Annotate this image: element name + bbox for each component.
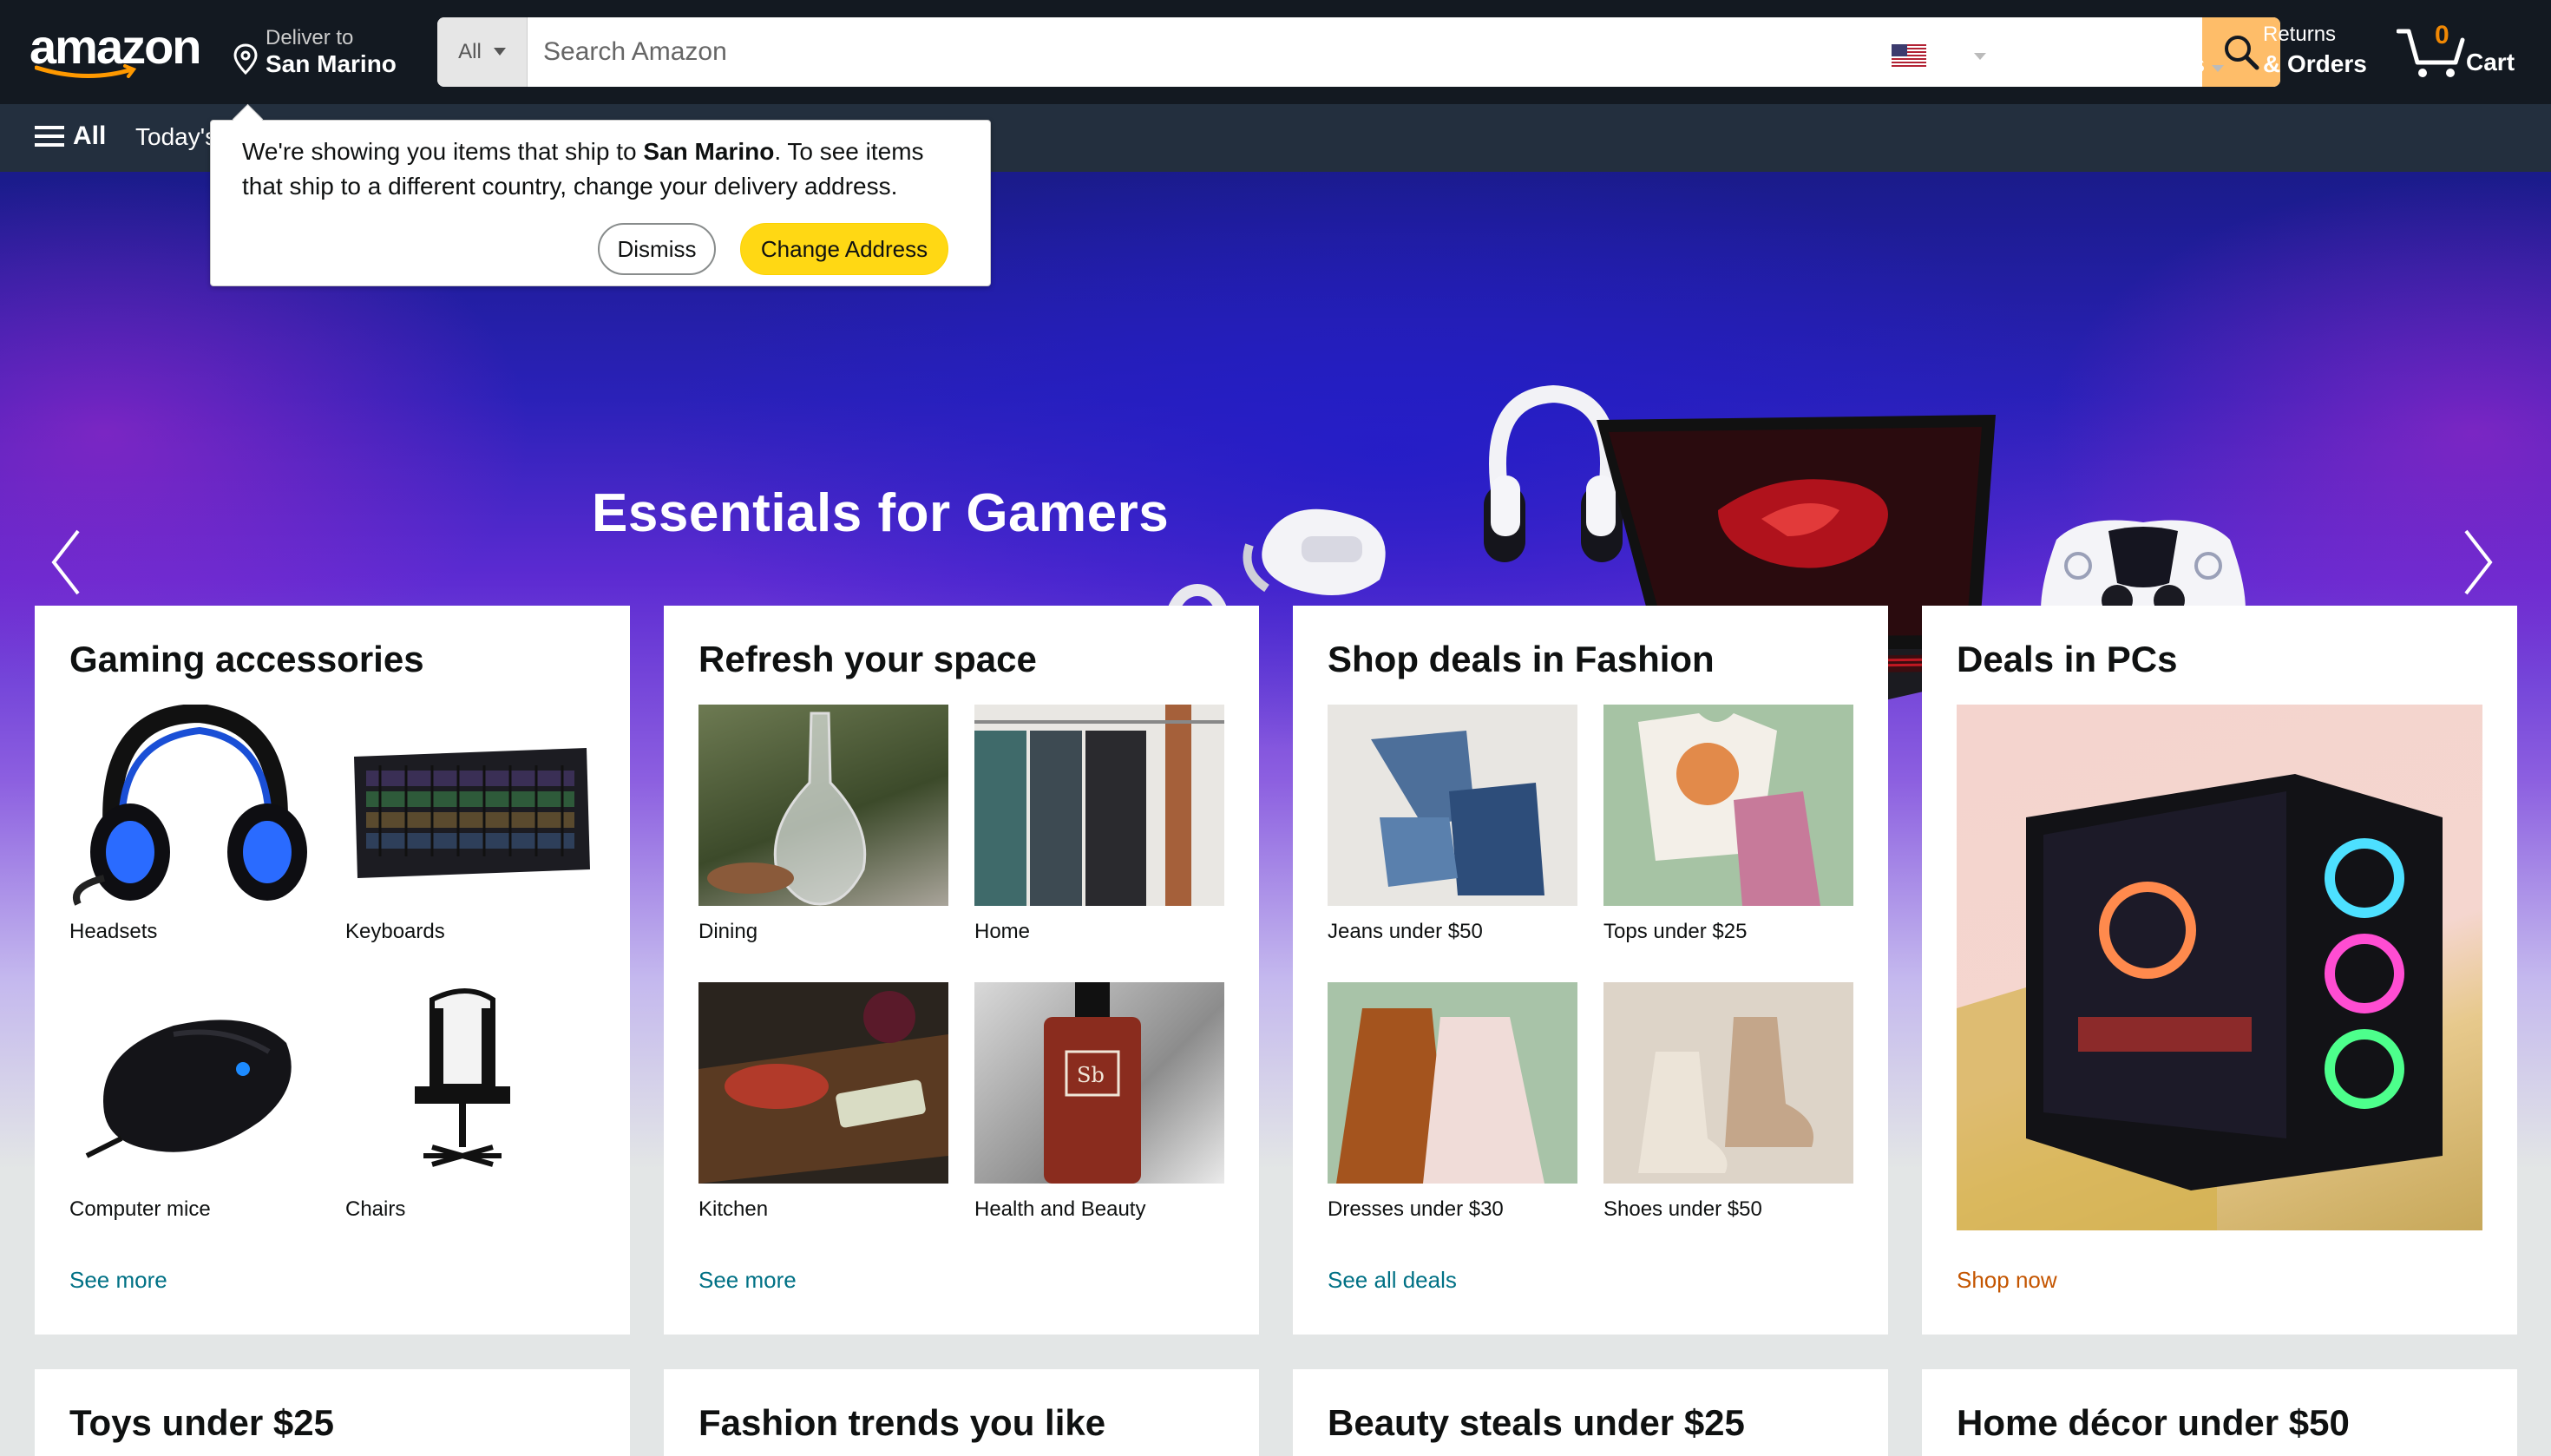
kitchen-image <box>698 982 948 1184</box>
returns-label: Returns <box>2263 23 2337 46</box>
tile-caption: Keyboards <box>345 920 445 943</box>
cart-count: 0 <box>2435 21 2449 49</box>
keyboard-product-image <box>345 705 595 906</box>
caret-down-icon <box>493 48 506 56</box>
card-gaming-accessories: Gaming accessories Headsets Keyboards Co… <box>35 606 630 1335</box>
dismiss-button[interactable]: Dismiss <box>598 223 716 275</box>
card-title: Fashion trends you like <box>698 1402 1106 1443</box>
language-label: EN <box>1933 42 1967 69</box>
tile-caption: Tops under $25 <box>1603 920 1748 943</box>
tile-caption: Kitchen <box>698 1197 769 1221</box>
search-icon <box>2225 36 2259 70</box>
logo-smile-icon <box>35 64 137 79</box>
card-title: Gaming accessories <box>69 639 424 679</box>
search-bar: All <box>437 17 2280 87</box>
dining-image <box>698 705 948 906</box>
returns-orders[interactable]: Returns & Orders <box>2263 23 2367 78</box>
headset-product-image <box>69 705 319 906</box>
change-address-button[interactable]: Change Address <box>740 223 948 275</box>
shoes-image <box>1603 982 1853 1184</box>
tops-image <box>1603 705 1853 906</box>
all-menu-label: All <box>73 121 107 150</box>
tile-caption: Computer mice <box>69 1197 211 1221</box>
tile-caption: Health and Beauty <box>974 1197 1146 1221</box>
tile-health-and-beauty[interactable]: Sb Health and Beauty <box>974 982 1224 1221</box>
tile-caption: Headsets <box>69 920 158 943</box>
cart-button[interactable]: 0 Cart <box>2397 17 2535 87</box>
home-image <box>974 705 1224 906</box>
tile-caption: Jeans under $50 <box>1328 920 1483 943</box>
tile-dining[interactable]: Dining <box>698 705 948 943</box>
tile-jeans[interactable]: Jeans under $50 <box>1328 705 1577 943</box>
see-all-deals-link[interactable]: See all deals <box>1328 1267 1457 1294</box>
tile-shoes[interactable]: Shoes under $50 <box>1603 982 1853 1221</box>
tile-caption: Shoes under $50 <box>1603 1197 1762 1221</box>
card-toys: Toys under $25 <box>35 1369 630 1456</box>
account-lists[interactable]: Hello, sign in Account & Lists <box>2020 23 2224 78</box>
tile-chairs[interactable]: Chairs <box>345 982 595 1221</box>
tile-computer-mice[interactable]: Computer mice <box>69 982 319 1221</box>
gaming-pc-image[interactable] <box>1957 705 2482 1230</box>
todays-deals-link[interactable]: Today's <box>135 123 217 151</box>
card-title: Refresh your space <box>698 639 1037 679</box>
tile-caption: Dining <box>698 920 758 943</box>
tile-caption: Dresses under $30 <box>1328 1197 1504 1221</box>
mouse-product-image <box>69 982 319 1184</box>
card-beauty-steals: Beauty steals under $25 <box>1293 1369 1888 1456</box>
card-title: Deals in PCs <box>1957 639 2178 679</box>
tile-keyboards[interactable]: Keyboards <box>345 705 595 943</box>
health-beauty-image: Sb <box>974 982 1224 1184</box>
see-more-link[interactable]: See more <box>69 1267 167 1294</box>
tile-tops[interactable]: Tops under $25 <box>1603 705 1853 943</box>
top-navbar: amazon Deliver to San Marino All Search … <box>0 0 2551 104</box>
search-category-label: All <box>458 40 482 63</box>
cart-icon <box>2397 29 2465 77</box>
tile-headsets[interactable]: Headsets <box>69 705 319 943</box>
tile-caption: Home <box>974 920 1031 943</box>
hero-title: Essentials for Gamers <box>592 483 1170 543</box>
location-pin-icon <box>233 43 258 75</box>
card-title: Home décor under $50 <box>1957 1402 2350 1443</box>
delivery-location-popover: We're showing you items that ship to San… <box>210 120 991 286</box>
amazon-logo[interactable]: amazon <box>30 21 203 85</box>
card-title: Shop deals in Fashion <box>1328 639 1715 679</box>
tile-kitchen[interactable]: Kitchen <box>698 982 948 1221</box>
account-greeting: Hello, sign in <box>2020 23 2140 46</box>
us-flag-icon <box>1892 44 1926 67</box>
card-title: Toys under $25 <box>69 1402 334 1443</box>
card-home-decor: Home décor under $50 <box>1922 1369 2517 1456</box>
all-menu-button[interactable]: All <box>35 121 106 151</box>
cart-label: Cart <box>2466 49 2515 75</box>
orders-label: & Orders <box>2263 50 2367 77</box>
carousel-next-arrow-icon[interactable] <box>2461 528 2495 597</box>
deliver-location: San Marino <box>266 50 397 77</box>
chair-product-image <box>345 982 595 1184</box>
caret-down-icon <box>1973 53 1986 60</box>
tile-caption: Chairs <box>345 1197 406 1221</box>
account-label-text: Account & Lists <box>2020 50 2206 77</box>
search-category-dropdown[interactable]: All <box>437 17 528 87</box>
tile-home[interactable]: Home <box>974 705 1224 943</box>
svg-text:Sb: Sb <box>1077 1063 1105 1087</box>
popover-message: We're showing you items that ship to San… <box>242 134 954 204</box>
popover-message-start: We're showing you items that ship to <box>242 138 644 165</box>
dresses-image <box>1328 982 1577 1184</box>
hamburger-menu-icon <box>35 126 64 147</box>
card-title: Beauty steals under $25 <box>1328 1402 1745 1443</box>
jeans-image <box>1328 705 1577 906</box>
card-fashion-trends: Fashion trends you like <box>664 1369 1259 1456</box>
account-label: Account & Lists <box>2020 50 2224 78</box>
language-selector[interactable]: EN <box>1892 38 1986 73</box>
popover-message-location: San Marino <box>643 138 775 165</box>
card-fashion-deals: Shop deals in Fashion Jeans under $50 To… <box>1293 606 1888 1335</box>
card-refresh-your-space: Refresh your space Dining Home Kitchen S… <box>664 606 1259 1335</box>
tile-dresses[interactable]: Dresses under $30 <box>1328 982 1577 1221</box>
see-more-link[interactable]: See more <box>698 1267 797 1294</box>
deliver-to[interactable]: Deliver to San Marino <box>233 24 406 80</box>
card-deals-in-pcs: Deals in PCs Shop now <box>1922 606 2517 1335</box>
carousel-prev-arrow-icon[interactable] <box>49 528 83 597</box>
caret-down-icon <box>2211 65 2224 72</box>
deliver-label: Deliver to <box>266 26 354 49</box>
shop-now-link[interactable]: Shop now <box>1957 1267 2057 1294</box>
